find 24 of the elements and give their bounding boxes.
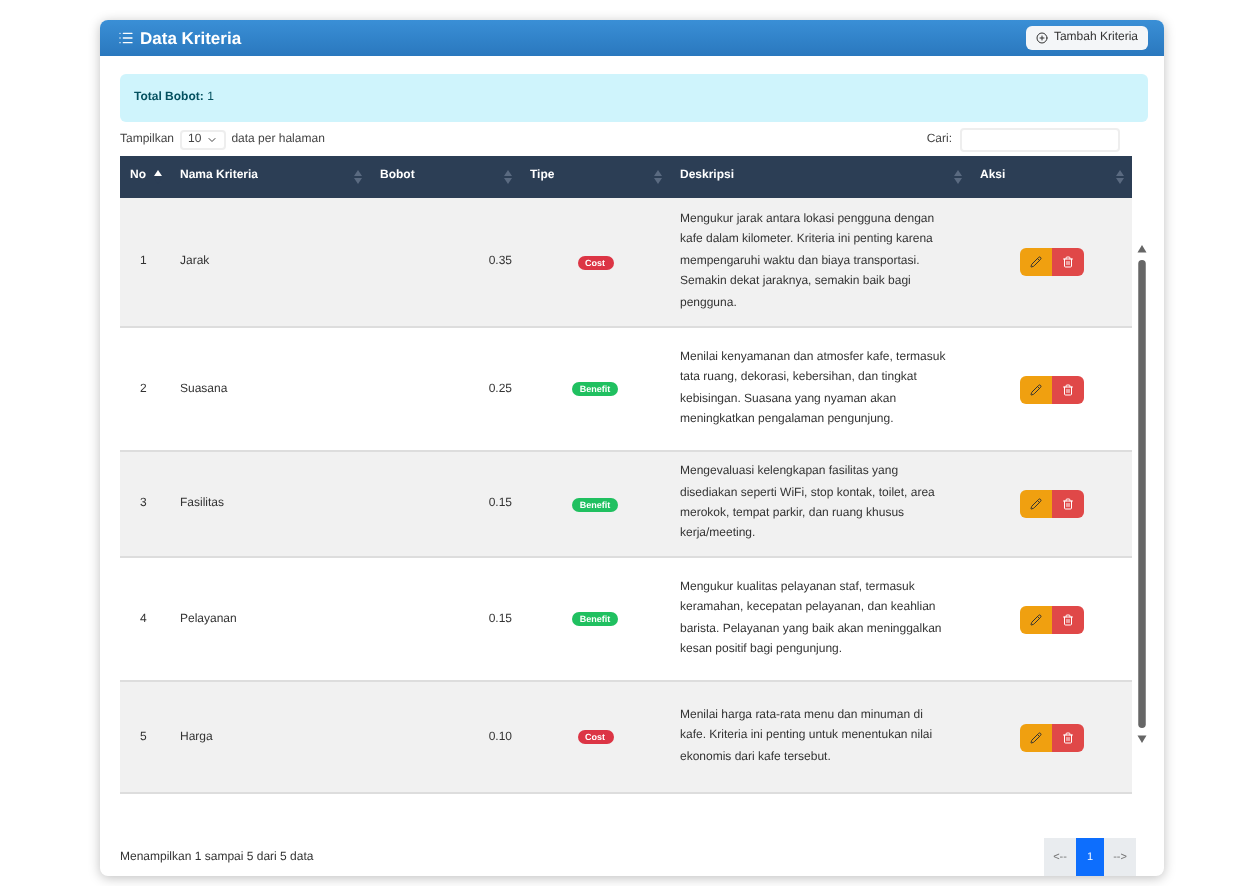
pencil-icon bbox=[1029, 498, 1041, 510]
trash-icon bbox=[1061, 498, 1073, 510]
trash-icon bbox=[1061, 256, 1073, 268]
delete-button[interactable] bbox=[1051, 723, 1083, 751]
trash-icon bbox=[1061, 383, 1073, 395]
chevron-down-icon bbox=[205, 133, 218, 145]
delete-button[interactable] bbox=[1051, 375, 1083, 403]
edit-button[interactable] bbox=[1019, 375, 1051, 403]
edit-button[interactable] bbox=[1019, 248, 1051, 276]
plus-circle-icon bbox=[1035, 32, 1048, 44]
pencil-icon bbox=[1029, 256, 1041, 268]
pencil-icon bbox=[1029, 613, 1041, 625]
delete-button[interactable] bbox=[1051, 248, 1083, 276]
list-icon bbox=[118, 30, 134, 46]
pencil-icon bbox=[1029, 731, 1041, 743]
edit-button[interactable] bbox=[1019, 605, 1051, 633]
card-title: Data Kriteria bbox=[118, 28, 242, 48]
trash-icon bbox=[1061, 613, 1073, 625]
delete-button[interactable] bbox=[1051, 490, 1083, 518]
pencil-icon bbox=[1029, 383, 1041, 395]
trash-icon bbox=[1061, 731, 1073, 743]
edit-button[interactable] bbox=[1019, 490, 1051, 518]
delete-button[interactable] bbox=[1051, 605, 1083, 633]
edit-button[interactable] bbox=[1019, 723, 1051, 751]
